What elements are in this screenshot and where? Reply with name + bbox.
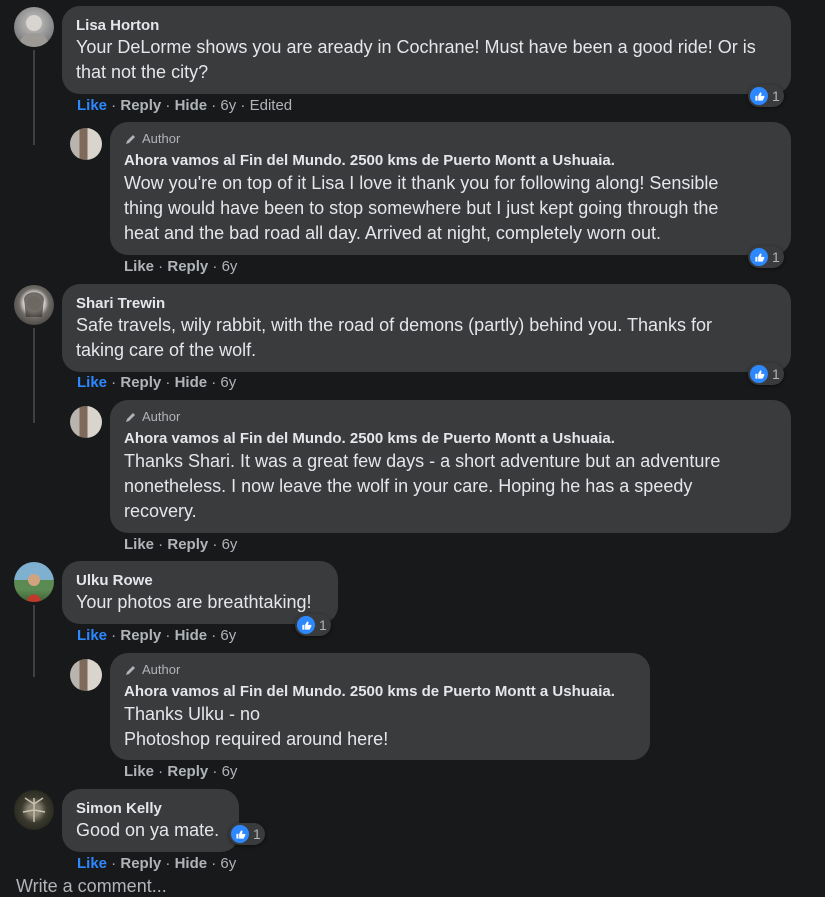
hide-link[interactable]: Hide — [175, 374, 208, 391]
reply-bubble: Author Ahora vamos al Fin del Mundo. 250… — [110, 653, 650, 760]
reply-link[interactable]: Reply — [167, 536, 208, 553]
commenter-name[interactable]: Lisa Horton — [76, 16, 779, 35]
thumbs-up-icon — [231, 825, 249, 843]
reply-link[interactable]: Reply — [167, 763, 208, 780]
comment-bubble: Lisa Horton Your DeLorme shows you are a… — [62, 6, 791, 94]
like-link[interactable]: Like — [124, 536, 154, 553]
write-comment-input[interactable]: Write a comment... — [16, 876, 167, 897]
thread-line — [33, 50, 35, 145]
reaction-count[interactable]: 1 — [748, 85, 784, 107]
reply-link[interactable]: Reply — [167, 258, 208, 275]
reply-bubble: Author Ahora vamos al Fin del Mundo. 250… — [110, 122, 791, 255]
avatar[interactable] — [70, 406, 102, 438]
pencil-icon — [126, 413, 135, 422]
comment-bubble: Ulku Rowe Your photos are breathtaking! — [62, 561, 338, 624]
comment-actions: Like · Reply · Hide · 6y — [77, 374, 237, 391]
reply-link[interactable]: Reply — [120, 97, 161, 114]
comment-text-line: that not the city? — [76, 62, 209, 82]
comment-bubble: Shari Trewin Safe travels, wily rabbit, … — [62, 284, 791, 372]
reply-actions: Like · Reply · 6y — [124, 763, 238, 780]
timestamp[interactable]: 6y — [222, 763, 238, 780]
like-link[interactable]: Like — [77, 627, 107, 644]
avatar[interactable] — [14, 7, 54, 47]
reply-text-line: Thanks Shari. It was a great few days - … — [124, 451, 721, 471]
reply-bubble: Author Ahora vamos al Fin del Mundo. 250… — [110, 400, 791, 533]
reply-text-line: nonetheless. I now leave the wolf in you… — [124, 476, 693, 496]
reaction-count[interactable]: 1 — [295, 614, 331, 636]
reaction-count[interactable]: 1 — [229, 823, 265, 845]
edited-label: Edited — [249, 97, 293, 114]
comment-text-line: Good on ya mate. — [76, 820, 220, 840]
page-name[interactable]: Ahora vamos al Fin del Mundo. 2500 kms d… — [124, 682, 638, 702]
reply-link[interactable]: Reply — [120, 627, 161, 644]
comment-bubble: Simon Kelly Good on ya mate. — [62, 789, 239, 852]
like-link[interactable]: Like — [77, 97, 107, 114]
reply-link[interactable]: Reply — [120, 374, 161, 391]
reply-text-line: Photoshop required around here! — [124, 729, 389, 749]
reaction-count[interactable]: 1 — [748, 363, 784, 385]
thumbs-up-icon — [297, 616, 315, 634]
reply-text-line: thing would have been to stop somewhere … — [124, 198, 719, 218]
author-badge: Author — [124, 661, 638, 679]
avatar[interactable] — [70, 659, 102, 691]
author-badge: Author — [124, 130, 779, 148]
like-link[interactable]: Like — [77, 374, 107, 391]
comment-actions: Like · Reply · Hide · 6y · Edited — [77, 97, 293, 114]
reply-text-line: Thanks Ulku - no — [124, 704, 261, 724]
page-name[interactable]: Ahora vamos al Fin del Mundo. 2500 kms d… — [124, 429, 779, 449]
reply-text-line: heat and the bad road all day. Arrived a… — [124, 223, 661, 243]
timestamp[interactable]: 6y — [222, 258, 238, 275]
avatar[interactable] — [14, 285, 54, 325]
commenter-name[interactable]: Shari Trewin — [76, 294, 779, 313]
avatar-photo — [22, 797, 46, 822]
timestamp[interactable]: 6y — [220, 627, 236, 644]
thumbs-up-icon — [750, 248, 768, 266]
avatar[interactable] — [14, 562, 54, 602]
comment-actions: Like · Reply · Hide · 6y — [77, 627, 237, 644]
commenter-name[interactable]: Simon Kelly — [76, 799, 227, 818]
avatar-photo — [27, 574, 41, 602]
comment-actions: Like · Reply · Hide · 6y — [77, 855, 237, 872]
hide-link[interactable]: Hide — [175, 855, 208, 872]
comment-text-line: Safe travels, wily rabbit, with the road… — [76, 315, 712, 335]
like-link[interactable]: Like — [77, 855, 107, 872]
avatar[interactable] — [14, 790, 54, 830]
timestamp[interactable]: 6y — [220, 374, 236, 391]
hide-link[interactable]: Hide — [175, 97, 208, 114]
avatar-photo — [20, 15, 48, 47]
reply-text-line: recovery. — [124, 501, 197, 521]
timestamp[interactable]: 6y — [222, 536, 238, 553]
avatar-photo — [24, 292, 44, 317]
like-link[interactable]: Like — [124, 258, 154, 275]
thumbs-up-icon — [750, 365, 768, 383]
like-link[interactable]: Like — [124, 763, 154, 780]
timestamp[interactable]: 6y — [220, 855, 236, 872]
pencil-icon — [126, 666, 135, 675]
reply-actions: Like · Reply · 6y — [124, 258, 238, 275]
comment-text-line: Your photos are breathtaking! — [76, 592, 312, 612]
reply-link[interactable]: Reply — [120, 855, 161, 872]
reply-text-line: Wow you're on top of it Lisa I love it t… — [124, 173, 719, 193]
page-name[interactable]: Ahora vamos al Fin del Mundo. 2500 kms d… — [124, 151, 779, 171]
thread-line — [33, 605, 35, 677]
thumbs-up-icon — [750, 87, 768, 105]
reaction-count[interactable]: 1 — [748, 246, 784, 268]
commenter-name[interactable]: Ulku Rowe — [76, 571, 326, 590]
timestamp[interactable]: 6y — [220, 97, 236, 114]
pencil-icon — [126, 135, 135, 144]
comment-text-line: taking care of the wolf. — [76, 340, 257, 360]
comment-text-line: Your DeLorme shows you are aready in Coc… — [76, 37, 756, 57]
reply-actions: Like · Reply · 6y — [124, 536, 238, 553]
hide-link[interactable]: Hide — [175, 627, 208, 644]
author-badge: Author — [124, 408, 779, 426]
thread-line — [33, 328, 35, 423]
avatar[interactable] — [70, 128, 102, 160]
